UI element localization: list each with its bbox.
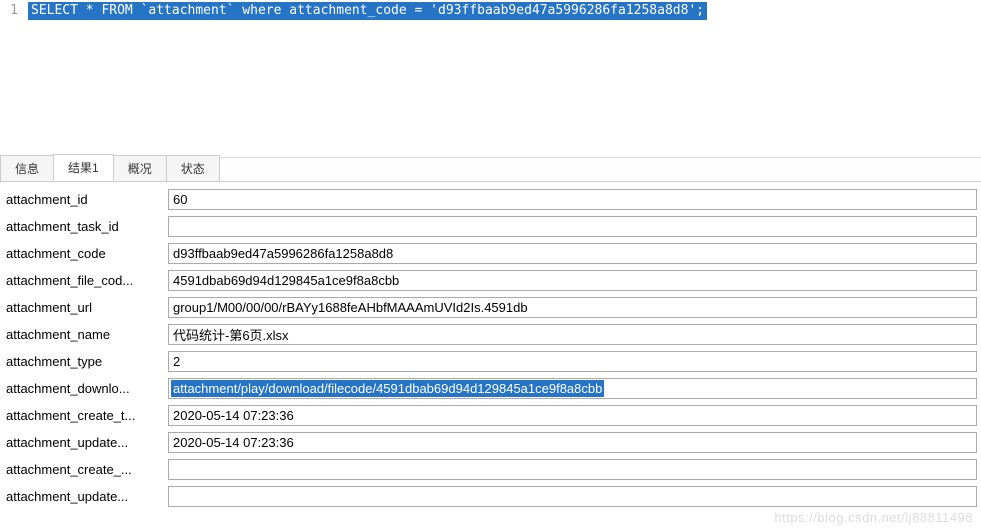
field-label: attachment_name (0, 327, 168, 342)
field-label: attachment_create_... (0, 462, 168, 477)
watermark: https://blog.csdn.net/lj88811498 (774, 510, 973, 525)
result-row: attachment_type (0, 348, 981, 375)
field-label: attachment_file_cod... (0, 273, 168, 288)
field-input-wrap (168, 216, 977, 237)
result-row: attachment_file_cod... (0, 267, 981, 294)
field-input[interactable] (168, 405, 977, 426)
field-input[interactable] (168, 486, 977, 507)
result-row: attachment_url (0, 294, 981, 321)
result-row: attachment_update... (0, 483, 981, 510)
result-row: attachment_task_id (0, 213, 981, 240)
result-row: attachment_code (0, 240, 981, 267)
field-label: attachment_create_t... (0, 408, 168, 423)
field-input-wrap (168, 270, 977, 291)
line-number: 1 (0, 2, 28, 20)
result-row: attachment_downlo...attachment/play/down… (0, 375, 981, 402)
field-input-wrap (168, 459, 977, 480)
field-input[interactable] (168, 243, 977, 264)
tab-3[interactable]: 状态 (166, 155, 220, 181)
field-input[interactable] (168, 189, 977, 210)
field-label: attachment_id (0, 192, 168, 207)
result-row: attachment_update... (0, 429, 981, 456)
field-input-wrap (168, 243, 977, 264)
field-input-wrap (168, 297, 977, 318)
field-label: attachment_update... (0, 489, 168, 504)
field-label: attachment_code (0, 246, 168, 261)
field-input[interactable] (168, 432, 977, 453)
result-row: attachment_name (0, 321, 981, 348)
field-label: attachment_update... (0, 435, 168, 450)
tab-2[interactable]: 概况 (113, 155, 167, 181)
field-input[interactable] (168, 324, 977, 345)
field-input[interactable] (168, 378, 977, 399)
result-tabs: 信息结果1概况状态 (0, 158, 981, 182)
field-input-wrap: attachment/play/download/filecode/4591db… (168, 378, 977, 399)
tab-0[interactable]: 信息 (0, 155, 54, 181)
result-row: attachment_create_... (0, 456, 981, 483)
field-input-wrap (168, 405, 977, 426)
field-input-wrap (168, 486, 977, 507)
sql-text[interactable]: SELECT * FROM `attachment` where attachm… (28, 2, 707, 20)
field-input[interactable] (168, 297, 977, 318)
result-row: attachment_create_t... (0, 402, 981, 429)
result-form: attachment_id attachment_task_id attachmen… (0, 182, 981, 510)
field-input[interactable] (168, 270, 977, 291)
result-row: attachment_id (0, 186, 981, 213)
sql-editor[interactable]: 1 SELECT * FROM `attachment` where attac… (0, 0, 981, 158)
field-input[interactable] (168, 216, 977, 237)
field-input[interactable] (168, 351, 977, 372)
field-input[interactable] (168, 459, 977, 480)
field-input-wrap (168, 351, 977, 372)
field-label: attachment_url (0, 300, 168, 315)
field-input-wrap (168, 324, 977, 345)
code-line: 1 SELECT * FROM `attachment` where attac… (0, 2, 981, 20)
field-input-wrap (168, 189, 977, 210)
field-label: attachment_task_id (0, 219, 168, 234)
field-label: attachment_type (0, 354, 168, 369)
tab-1[interactable]: 结果1 (53, 154, 114, 181)
field-label: attachment_downlo... (0, 381, 168, 396)
field-input-wrap (168, 432, 977, 453)
